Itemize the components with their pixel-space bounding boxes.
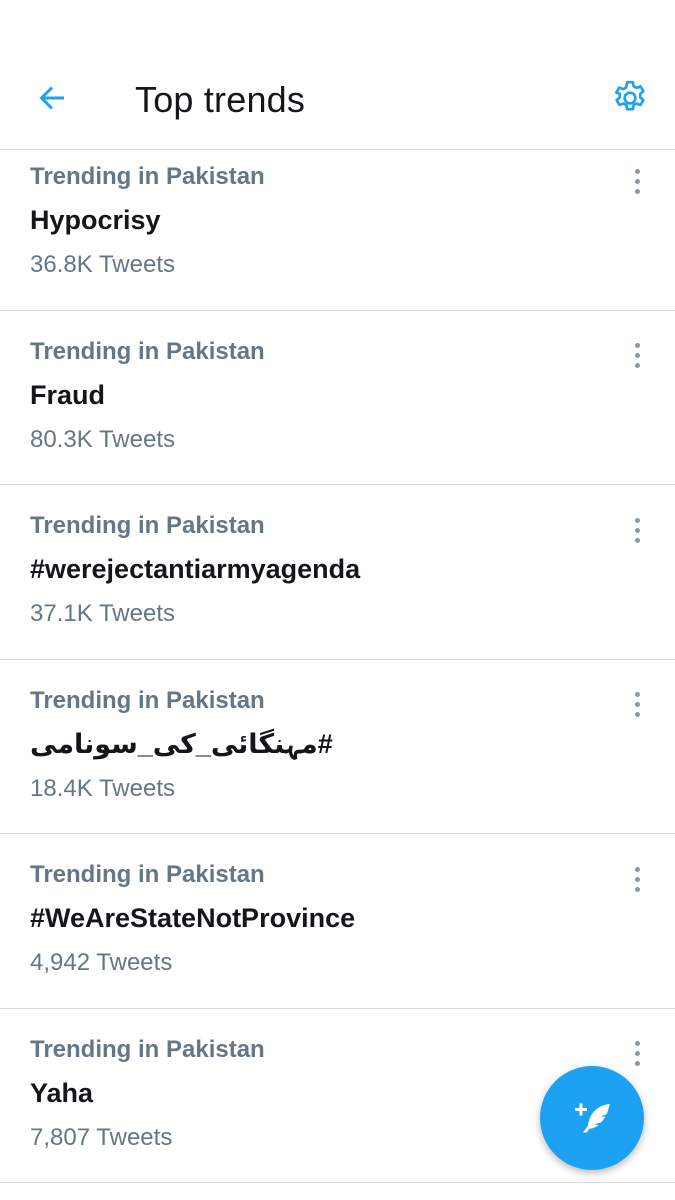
- trend-item[interactable]: Trending in Pakistan Hypocrisy 36.8K Twe…: [0, 150, 675, 311]
- trend-name[interactable]: #WeAreStateNotProvince: [30, 900, 355, 936]
- tweet-count: 37.1K Tweets: [30, 600, 175, 627]
- trend-context: Trending in Pakistan: [30, 163, 265, 190]
- more-options-button[interactable]: [620, 1037, 654, 1071]
- more-options-button[interactable]: [620, 688, 654, 722]
- more-vertical-icon: [634, 168, 640, 174]
- more-options-button[interactable]: [620, 164, 654, 198]
- trend-name[interactable]: #مہنگائی_کی_سونامی: [30, 726, 333, 762]
- compose-tweet-icon: [574, 1103, 610, 1133]
- more-vertical-icon: [634, 692, 640, 697]
- compose-tweet-button[interactable]: [540, 1066, 644, 1170]
- trend-name[interactable]: Fraud: [30, 377, 105, 413]
- more-vertical-icon: [634, 866, 640, 872]
- tweet-count: 80.3K Tweets: [30, 425, 175, 453]
- trend-context: Trending in Pakistan: [30, 686, 265, 714]
- trend-item[interactable]: Trending in Pakistan #WeAreStateNotProvi…: [0, 834, 675, 1009]
- tweet-count: 4,942 Tweets: [30, 949, 173, 976]
- more-vertical-icon: [634, 1041, 640, 1046]
- trend-context: Trending in Pakistan: [30, 1035, 265, 1063]
- trend-context: Trending in Pakistan: [30, 337, 265, 365]
- trend-name[interactable]: Hypocrisy: [30, 202, 161, 238]
- trend-list: Trending in Pakistan Hypocrisy 36.8K Twe…: [0, 150, 675, 1183]
- trend-name[interactable]: Yaha: [30, 1075, 93, 1111]
- top-app-bar: Top trends: [0, 0, 675, 150]
- page-title: Top trends: [135, 79, 306, 120]
- more-options-button[interactable]: [620, 339, 654, 373]
- trend-item[interactable]: Trending in Pakistan #werejectantiarmyag…: [0, 485, 675, 660]
- trend-context: Trending in Pakistan: [30, 861, 265, 888]
- trend-name[interactable]: #werejectantiarmyagenda: [30, 551, 360, 587]
- more-options-button[interactable]: [620, 862, 654, 896]
- trend-item[interactable]: Trending in Pakistan #مہنگائی_کی_سونامی …: [0, 660, 675, 834]
- back-button[interactable]: [28, 76, 76, 120]
- settings-button[interactable]: [606, 76, 654, 120]
- trend-context: Trending in Pakistan: [30, 512, 265, 539]
- tweet-count: 18.4K Tweets: [30, 774, 175, 802]
- trend-item[interactable]: Trending in Pakistan Fraud 80.3K Tweets: [0, 311, 675, 485]
- gear-icon: [615, 80, 645, 111]
- tweet-count: 36.8K Tweets: [30, 251, 175, 278]
- more-vertical-icon: [634, 343, 640, 348]
- tweet-count: 7,807 Tweets: [30, 1123, 173, 1151]
- more-options-button[interactable]: [620, 513, 654, 547]
- more-vertical-icon: [634, 517, 640, 523]
- back-arrow-icon: [39, 86, 64, 110]
